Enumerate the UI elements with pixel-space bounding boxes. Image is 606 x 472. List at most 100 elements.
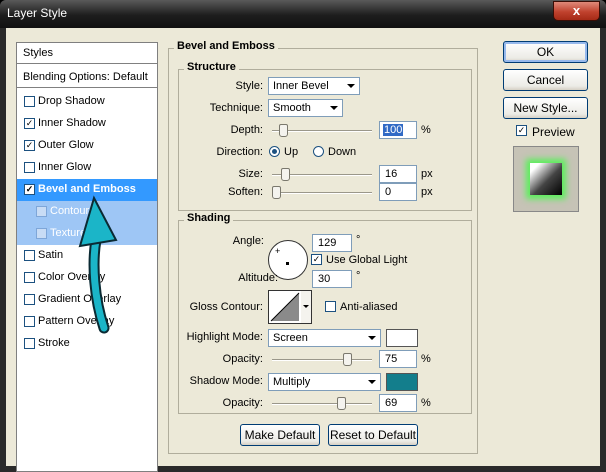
- close-button[interactable]: x: [553, 1, 600, 21]
- depth-input[interactable]: 100: [379, 121, 417, 139]
- style-item-label: Inner Glow: [38, 161, 92, 173]
- chevron-down-icon: [368, 336, 376, 340]
- angle-value: 129: [318, 237, 337, 249]
- soften-input[interactable]: 0: [379, 183, 417, 201]
- annotation-arrow-icon: [78, 195, 118, 334]
- window-title: Layer Style: [7, 6, 68, 20]
- angle-crosshair-icon: +: [275, 246, 281, 256]
- styles-header[interactable]: Styles: [17, 43, 157, 64]
- highlight-opacity-slider[interactable]: [272, 359, 372, 361]
- shadow-opacity-input[interactable]: 69: [379, 394, 417, 412]
- highlight-color-swatch[interactable]: [386, 329, 418, 347]
- ok-button[interactable]: OK: [503, 41, 588, 63]
- direction-down-radio[interactable]: [313, 146, 324, 157]
- preview-checkbox[interactable]: ✓: [516, 125, 527, 136]
- soften-label: Soften:: [228, 186, 263, 198]
- direction-label: Direction:: [216, 146, 263, 158]
- style-item-checkbox[interactable]: [24, 162, 35, 173]
- depth-slider-thumb[interactable]: [279, 124, 288, 137]
- soften-slider-thumb[interactable]: [272, 186, 281, 199]
- style-item-label: Stroke: [38, 337, 70, 349]
- highlight-mode-label: Highlight Mode:: [186, 331, 263, 343]
- shadow-opacity-unit: %: [421, 397, 431, 409]
- direction-up-radio[interactable]: [269, 146, 280, 157]
- highlight-opacity-input[interactable]: 75: [379, 350, 417, 368]
- shadow-opacity-label: Opacity:: [222, 397, 263, 409]
- style-item-label: Satin: [38, 249, 64, 261]
- highlight-opacity-unit: %: [421, 353, 431, 365]
- style-item-checkbox[interactable]: [36, 206, 47, 217]
- style-item-inner-glow[interactable]: Inner Glow: [17, 157, 157, 179]
- anti-aliased-checkbox[interactable]: [325, 301, 336, 312]
- shadow-mode-select[interactable]: Multiply: [268, 373, 381, 391]
- gloss-contour-dropdown[interactable]: [301, 290, 312, 324]
- style-item-drop-shadow[interactable]: Drop Shadow: [17, 91, 157, 113]
- style-item-inner-shadow[interactable]: ✓ Inner Shadow: [17, 113, 157, 135]
- shading-legend: Shading: [184, 212, 234, 224]
- altitude-label: Altitude:: [238, 272, 278, 284]
- size-input[interactable]: 16: [379, 165, 417, 183]
- style-item-checkbox[interactable]: ✓: [24, 118, 35, 129]
- chevron-down-icon: [330, 106, 338, 110]
- gloss-contour-label: Gloss Contour:: [189, 301, 263, 313]
- new-style-button[interactable]: New Style...: [503, 97, 588, 119]
- style-item-checkbox[interactable]: [24, 294, 35, 305]
- preview-swatch: [530, 163, 562, 195]
- bevel-emboss-title: Bevel and Emboss: [174, 40, 278, 52]
- style-item-label: Outer Glow: [38, 139, 94, 151]
- chevron-down-icon: [303, 305, 309, 308]
- technique-label: Technique:: [209, 102, 263, 114]
- style-select[interactable]: Inner Bevel: [268, 77, 360, 95]
- shadow-opacity-thumb[interactable]: [337, 397, 346, 410]
- altitude-input[interactable]: 30: [312, 270, 352, 288]
- global-light-check: ✓: [312, 254, 321, 264]
- preview-label: Preview: [532, 125, 575, 139]
- size-unit: px: [421, 168, 433, 180]
- style-select-value: Inner Bevel: [273, 80, 329, 92]
- style-item-checkbox[interactable]: ✓: [24, 184, 35, 195]
- angle-input[interactable]: 129: [312, 234, 352, 252]
- style-item-checkbox[interactable]: [24, 338, 35, 349]
- reset-to-default-button[interactable]: Reset to Default: [328, 424, 418, 446]
- technique-select[interactable]: Smooth: [268, 99, 343, 117]
- style-item-outer-glow[interactable]: ✓ Outer Glow: [17, 135, 157, 157]
- highlight-mode-select[interactable]: Screen: [268, 329, 381, 347]
- angle-label: Angle:: [232, 235, 264, 247]
- make-default-button[interactable]: Make Default: [240, 424, 320, 446]
- style-item-checkbox[interactable]: [24, 272, 35, 283]
- dialog-body: Styles Blending Options: Default Drop Sh…: [6, 28, 600, 472]
- size-value: 16: [385, 168, 398, 180]
- shadow-opacity-value: 69: [385, 397, 398, 409]
- style-item-checkbox[interactable]: [24, 316, 35, 327]
- size-slider-thumb[interactable]: [281, 168, 290, 181]
- highlight-mode-value: Screen: [273, 332, 308, 344]
- structure-legend: Structure: [184, 61, 239, 73]
- style-item-checkbox[interactable]: [24, 250, 35, 261]
- preview-check: ✓: [517, 125, 526, 135]
- styles-header-label: Styles: [23, 47, 53, 59]
- direction-down-label: Down: [328, 146, 357, 158]
- layer-style-dialog: Layer Style x Styles Blending Options: D…: [0, 0, 606, 472]
- chevron-down-icon: [347, 84, 355, 88]
- altitude-value: 30: [318, 273, 331, 285]
- cancel-button[interactable]: Cancel: [503, 69, 588, 91]
- depth-label: Depth:: [230, 124, 263, 136]
- highlight-opacity-thumb[interactable]: [343, 353, 352, 366]
- style-item-checkbox[interactable]: ✓: [24, 140, 35, 151]
- shadow-mode-value: Multiply: [273, 376, 311, 388]
- style-item-checkbox[interactable]: [36, 228, 47, 239]
- style-item-label: Drop Shadow: [38, 95, 105, 107]
- global-light-label: Use Global Light: [326, 254, 408, 266]
- blending-options-item[interactable]: Blending Options: Default: [17, 67, 157, 88]
- shadow-mode-label: Shadow Mode:: [189, 375, 263, 387]
- title-bar[interactable]: Layer Style x: [0, 0, 606, 28]
- soften-slider[interactable]: [272, 192, 372, 194]
- style-item-checkbox[interactable]: [24, 96, 35, 107]
- global-light-checkbox[interactable]: ✓: [311, 254, 322, 265]
- angle-unit: °: [356, 234, 361, 246]
- shadow-color-swatch[interactable]: [386, 373, 418, 391]
- highlight-opacity-value: 75: [385, 353, 398, 365]
- blending-options-label: Blending Options: Default: [23, 71, 148, 83]
- gloss-contour-picker[interactable]: [268, 290, 302, 324]
- shadow-opacity-slider[interactable]: [272, 403, 372, 405]
